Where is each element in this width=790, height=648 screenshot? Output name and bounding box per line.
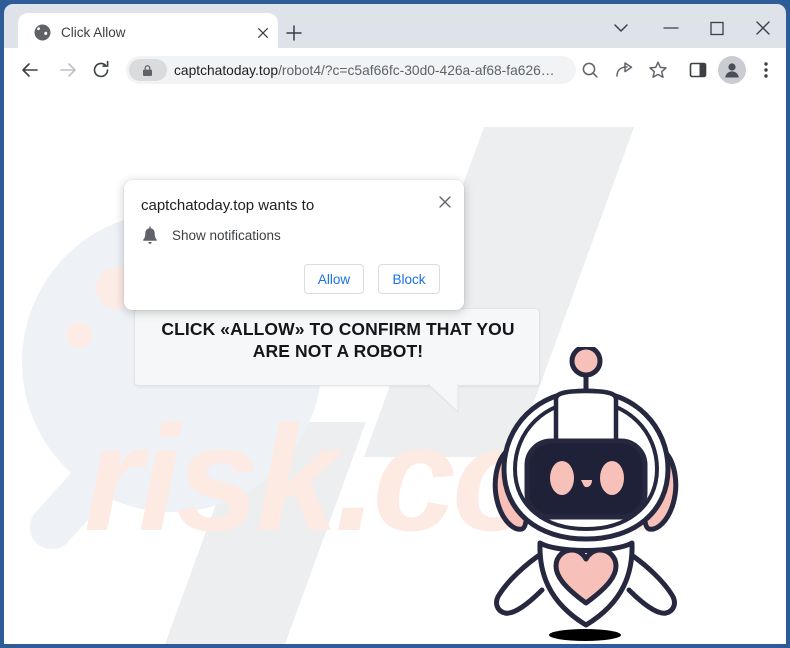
address-bar[interactable]: captchatoday.top/robot4/?c=c5af66fc-30d0… bbox=[126, 56, 576, 84]
maximize-button[interactable] bbox=[696, 12, 738, 44]
block-button[interactable]: Block bbox=[378, 264, 440, 294]
three-dot-menu-icon[interactable] bbox=[759, 58, 773, 82]
minimize-button[interactable] bbox=[650, 12, 692, 44]
close-window-button[interactable] bbox=[742, 12, 784, 44]
title-bar: Click Allow bbox=[4, 4, 786, 52]
avatar-icon[interactable] bbox=[720, 58, 744, 82]
popup-title: captchatoday.top wants to bbox=[141, 197, 315, 214]
share-icon[interactable] bbox=[612, 58, 636, 82]
side-panel-icon[interactable] bbox=[686, 58, 710, 82]
globe-icon bbox=[34, 24, 51, 41]
speech-bubble-tail bbox=[427, 383, 464, 414]
robot-mascot bbox=[472, 344, 702, 644]
close-icon[interactable] bbox=[435, 192, 455, 212]
back-button[interactable] bbox=[18, 58, 42, 82]
browser-toolbar: captchatoday.top/robot4/?c=c5af66fc-30d0… bbox=[4, 48, 786, 92]
new-tab-button[interactable] bbox=[282, 21, 306, 45]
reload-button[interactable] bbox=[89, 58, 113, 82]
tab-search-button[interactable] bbox=[600, 12, 642, 44]
allow-button[interactable]: Allow bbox=[304, 264, 364, 294]
forward-button[interactable] bbox=[56, 58, 80, 82]
popup-permission-label: Show notifications bbox=[172, 228, 281, 243]
close-tab-icon[interactable] bbox=[254, 24, 272, 42]
notification-permission-dialog: captchatoday.top wants to Show notificat… bbox=[124, 180, 464, 310]
watermark-dot bbox=[66, 322, 92, 348]
bell-icon bbox=[141, 226, 159, 246]
speech-bubble-text: CLICK «ALLOW» TO CONFIRM THAT YOU ARE NO… bbox=[161, 319, 515, 361]
browser-tab[interactable]: Click Allow bbox=[18, 13, 278, 52]
page-content: risk.com CLICK «ALLOW» TO CONFIRM THAT Y… bbox=[4, 92, 786, 644]
star-icon[interactable] bbox=[646, 58, 670, 82]
speech-bubble: CLICK «ALLOW» TO CONFIRM THAT YOU ARE NO… bbox=[134, 308, 540, 386]
url-domain: captchatoday.top bbox=[174, 63, 279, 78]
url-text: captchatoday.top/robot4/?c=c5af66fc-30d0… bbox=[174, 61, 569, 81]
tab-title: Click Allow bbox=[61, 25, 126, 40]
url-path: /robot4/?c=c5af66fc-30d0-426a-af68-fa626… bbox=[278, 63, 555, 78]
browser-window: Click Allow captchatoday.top/robot4/?c=c… bbox=[0, 0, 790, 648]
search-icon[interactable] bbox=[578, 58, 602, 82]
lock-icon bbox=[141, 64, 154, 77]
